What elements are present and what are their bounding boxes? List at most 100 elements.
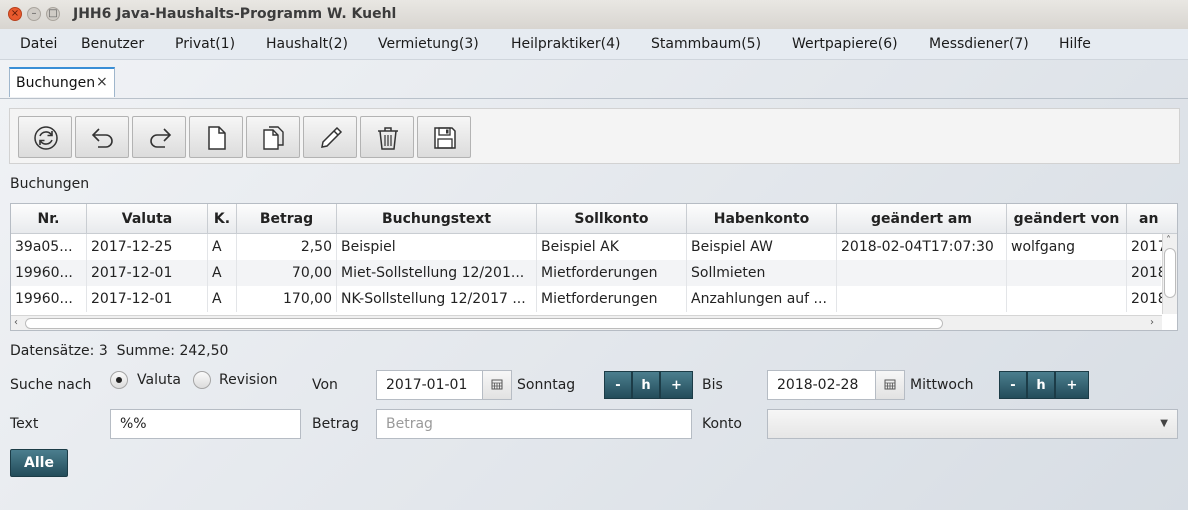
window-maximize-button[interactable]: □	[46, 7, 60, 21]
menu-datei[interactable]: Datei	[20, 36, 57, 52]
undo-button[interactable]	[75, 116, 129, 158]
cell-geaendert-von	[1007, 286, 1127, 312]
delete-button[interactable]	[360, 116, 414, 158]
column-header-nr[interactable]: Nr.	[11, 204, 87, 234]
column-header-habenkonto[interactable]: Habenkonto	[687, 204, 837, 234]
cell-valuta: 2017-12-01	[87, 286, 208, 312]
refresh-icon	[34, 126, 58, 150]
cell-valuta: 2017-12-01	[87, 260, 208, 286]
text-search-input[interactable]	[110, 409, 301, 439]
chevron-down-icon: ▼	[1160, 418, 1168, 429]
table-row[interactable]: 19960... 2017-12-01 A 70,00 Miet-Sollste…	[11, 260, 1167, 286]
scroll-left-icon[interactable]: ‹	[14, 317, 18, 328]
cell-an: 2018	[1127, 260, 1167, 286]
cell-valuta: 2017-12-25	[87, 234, 208, 260]
cell-k: A	[208, 286, 237, 312]
cell-habenkonto: Sollmieten	[687, 260, 837, 286]
undo-icon	[91, 128, 113, 148]
cell-geaendert-am	[837, 260, 1007, 286]
bis-h-button[interactable]: h	[1027, 371, 1055, 399]
toolbar	[9, 108, 1180, 164]
cell-an: 2018	[1127, 286, 1167, 312]
cell-an: 2017	[1127, 234, 1167, 260]
menu-wertpapiere[interactable]: Wertpapiere(6)	[792, 36, 898, 52]
new-button[interactable]	[189, 116, 243, 158]
cell-geaendert-am: 2018-02-04T17:07:30	[837, 234, 1007, 260]
cell-sollkonto: Beispiel AK	[537, 234, 687, 260]
menu-stammbaum[interactable]: Stammbaum(5)	[651, 36, 761, 52]
save-disk-icon	[434, 127, 456, 149]
vertical-scrollbar-thumb[interactable]	[1164, 248, 1176, 298]
scroll-up-icon[interactable]: ˄	[1166, 235, 1171, 246]
tab-close-icon[interactable]: ×	[96, 74, 108, 90]
menu-vermietung[interactable]: Vermietung(3)	[378, 36, 479, 52]
cell-k: A	[208, 234, 237, 260]
menu-messdiener[interactable]: Messdiener(7)	[929, 36, 1029, 52]
edit-pencil-icon	[321, 126, 343, 148]
cell-buchungstext: NK-Sollstellung 12/2017 ...	[337, 286, 537, 312]
save-button[interactable]	[417, 116, 471, 158]
window-title: JHH6 Java-Haushalts-Programm W. Kuehl	[73, 6, 397, 22]
cell-nr: 39a05...	[11, 234, 87, 260]
tab-buchungen[interactable]: Buchungen ×	[9, 67, 115, 97]
tab-strip	[0, 59, 1188, 99]
betrag-label: Betrag	[312, 416, 359, 432]
tab-label: Buchungen	[16, 75, 96, 91]
bis-minus-button[interactable]: -	[999, 371, 1027, 399]
von-date-field[interactable]	[376, 370, 483, 400]
text-label: Text	[10, 416, 39, 432]
column-header-valuta[interactable]: Valuta	[87, 204, 208, 234]
radio-revision[interactable]	[193, 371, 211, 389]
menu-hilfe[interactable]: Hilfe	[1059, 36, 1091, 52]
betrag-input[interactable]	[376, 409, 692, 439]
refresh-button[interactable]	[18, 116, 72, 158]
edit-button[interactable]	[303, 116, 357, 158]
copy-button[interactable]	[246, 116, 300, 158]
von-minus-button[interactable]: -	[604, 371, 632, 399]
column-header-k[interactable]: K.	[208, 204, 237, 234]
menu-benutzer[interactable]: Benutzer	[81, 36, 144, 52]
cell-buchungstext: Miet-Sollstellung 12/201...	[337, 260, 537, 286]
scroll-right-icon[interactable]: ›	[1150, 317, 1154, 328]
konto-select[interactable]: ▼	[767, 409, 1178, 439]
column-header-geaendert-am[interactable]: geändert am	[837, 204, 1007, 234]
vertical-scrollbar[interactable]: ˄	[1162, 234, 1177, 314]
column-header-buchungstext[interactable]: Buchungstext	[337, 204, 537, 234]
cell-buchungstext: Beispiel	[337, 234, 537, 260]
bis-plus-button[interactable]: +	[1055, 371, 1089, 399]
menu-haushalt[interactable]: Haushalt(2)	[266, 36, 348, 52]
von-calendar-button[interactable]	[482, 370, 512, 400]
table-row[interactable]: 19960... 2017-12-01 A 170,00 NK-Sollstel…	[11, 286, 1167, 312]
von-h-button[interactable]: h	[632, 371, 660, 399]
cell-geaendert-von	[1007, 260, 1127, 286]
cell-betrag: 70,00	[237, 260, 337, 286]
table-row[interactable]: 39a05... 2017-12-25 A 2,50 Beispiel Beis…	[11, 234, 1167, 260]
window-minimize-button[interactable]: –	[27, 7, 41, 21]
alle-button[interactable]: Alle	[10, 449, 68, 477]
calendar-icon	[491, 379, 503, 390]
horizontal-scrollbar-thumb[interactable]	[25, 318, 943, 329]
radio-valuta-label[interactable]: Valuta	[137, 372, 181, 388]
bis-weekday: Mittwoch	[910, 377, 974, 393]
radio-revision-label[interactable]: Revision	[219, 372, 278, 388]
redo-icon	[150, 128, 172, 148]
cell-habenkonto: Anzahlungen auf ...	[687, 286, 837, 312]
window-close-button[interactable]: ×	[8, 7, 22, 21]
menu-privat[interactable]: Privat(1)	[175, 36, 235, 52]
menu-heilpraktiker[interactable]: Heilpraktiker(4)	[511, 36, 620, 52]
section-label: Buchungen	[10, 176, 90, 192]
column-header-an[interactable]: an	[1127, 204, 1177, 234]
column-header-sollkonto[interactable]: Sollkonto	[537, 204, 687, 234]
bis-calendar-button[interactable]	[875, 370, 905, 400]
record-summary: Datensätze: 3 Summe: 242,50	[10, 343, 229, 359]
redo-button[interactable]	[132, 116, 186, 158]
cell-geaendert-am	[837, 286, 1007, 312]
horizontal-scrollbar[interactable]: ‹ ›	[11, 315, 1162, 330]
column-header-geaendert-von[interactable]: geändert von	[1007, 204, 1127, 234]
von-plus-button[interactable]: +	[660, 371, 693, 399]
cell-habenkonto: Beispiel AW	[687, 234, 837, 260]
bis-date-field[interactable]	[767, 370, 876, 400]
column-header-betrag[interactable]: Betrag	[237, 204, 337, 234]
cell-sollkonto: Mietforderungen	[537, 286, 687, 312]
radio-valuta[interactable]	[110, 371, 128, 389]
